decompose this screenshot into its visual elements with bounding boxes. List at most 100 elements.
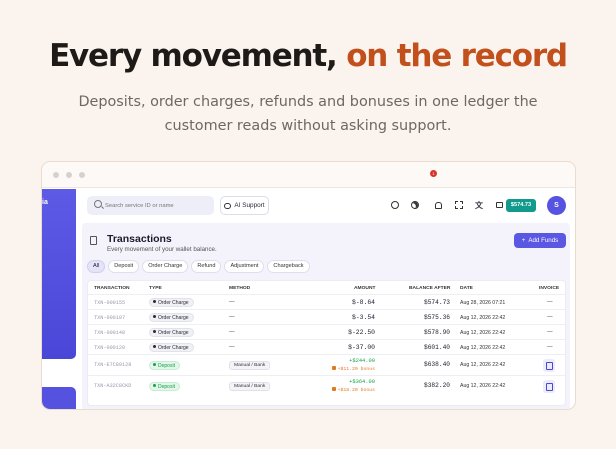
- bell-icon: [434, 201, 442, 209]
- table-row[interactable]: TXN-A32C8CKD Deposit Manual / Bank +$364…: [88, 376, 565, 397]
- table-row[interactable]: TXN-E7C89128 Deposit Manual / Bank +$244…: [88, 355, 565, 376]
- type-badge: Order Charge: [149, 343, 194, 352]
- balance-after-value: $574.73: [424, 299, 450, 306]
- header-date: DATE: [460, 286, 473, 291]
- filter-chips: All Deposit Order Charge Refund Adjustme…: [87, 260, 310, 273]
- method-value: —: [229, 344, 235, 350]
- txn-id: TXN-000120: [94, 345, 126, 351]
- theme-toggle-button[interactable]: [409, 199, 421, 211]
- expand-icon: [455, 201, 463, 209]
- header-invoice: INVOICE: [539, 286, 560, 291]
- txn-id: TXN-000107: [94, 315, 126, 321]
- header-amount: AMOUNT: [354, 286, 376, 291]
- date-value: Aug 12, 2026 22:42: [460, 330, 506, 336]
- invoice-value: —: [547, 314, 553, 320]
- balance-after-value: $578.90: [424, 329, 450, 336]
- invoice-value: —: [547, 344, 553, 350]
- filter-chip-chargeback[interactable]: Chargeback: [267, 260, 310, 273]
- amount-value: +$244.00: [349, 358, 375, 364]
- filter-chip-order-charge[interactable]: Order Charge: [142, 260, 189, 273]
- txn-id: TXN-000148: [94, 330, 126, 336]
- balance-after-value: $638.40: [424, 361, 450, 368]
- sidebar-footer: [42, 387, 76, 409]
- date-value: Aug 12, 2026 22:42: [460, 315, 506, 321]
- translate-icon: 文: [475, 200, 483, 210]
- transactions-table: TRANSACTION TYPE METHOD AMOUNT BALANCE A…: [87, 280, 566, 406]
- hero-title: Every movement, on the record: [0, 38, 616, 74]
- table-header-row: TRANSACTION TYPE METHOD AMOUNT BALANCE A…: [88, 281, 565, 295]
- page-subtitle: Every movement of your wallet balance.: [107, 246, 217, 253]
- hero-subtitle: Deposits, order charges, refunds and bon…: [78, 94, 538, 134]
- plus-icon: +: [521, 237, 526, 244]
- bonus-icon: [331, 366, 336, 370]
- method-badge: Manual / Bank: [229, 361, 271, 370]
- invoice-value: —: [547, 329, 553, 335]
- type-badge: Deposit: [149, 361, 180, 370]
- method-value: —: [229, 299, 235, 305]
- transactions-panel: Transactions Every movement of your wall…: [82, 223, 570, 409]
- notification-badge: 1: [430, 170, 437, 177]
- add-funds-label: Add Funds: [528, 237, 559, 244]
- amount-value: $-8.64: [351, 299, 375, 306]
- txn-id: TXN-E7C89128: [94, 362, 132, 368]
- invoice-value: —: [547, 299, 553, 305]
- fullscreen-button[interactable]: [454, 200, 464, 210]
- table-row[interactable]: TXN-000107 Order Charge — $-3.54 $575.36…: [88, 310, 565, 325]
- language-button[interactable]: [390, 200, 400, 210]
- window-dot-icon: [66, 172, 72, 178]
- balance-after-value: $382.20: [424, 382, 450, 389]
- amount-value: $-3.54: [351, 314, 375, 321]
- filter-chip-all[interactable]: All: [87, 260, 106, 273]
- header-type: TYPE: [149, 286, 162, 291]
- amount-value: $-37.00: [348, 344, 375, 351]
- sidebar: ia: [42, 189, 76, 359]
- txn-id: TXN-A32C8CKD: [94, 383, 132, 389]
- ai-support-button[interactable]: AI Support: [220, 196, 269, 215]
- sidebar-logo[interactable]: ia: [42, 199, 48, 206]
- window-dot-icon: [79, 172, 85, 178]
- invoice-download-icon[interactable]: [543, 359, 555, 372]
- table-row[interactable]: TXN-000120 Order Charge — $-37.00 $601.4…: [88, 340, 565, 355]
- date-value: Aug 28, 2026 07:21: [460, 300, 506, 306]
- method-badge: Manual / Bank: [229, 382, 271, 391]
- window-dot-icon: [53, 172, 59, 178]
- amount-value: $-22.50: [348, 329, 375, 336]
- filter-chip-refund[interactable]: Refund: [191, 260, 222, 273]
- method-value: —: [229, 329, 235, 335]
- date-value: Aug 12, 2026 22:42: [460, 345, 506, 351]
- add-funds-button[interactable]: + Add Funds: [514, 233, 566, 248]
- method-value: —: [229, 314, 235, 320]
- ai-support-label: AI Support: [234, 202, 265, 209]
- notifications-button[interactable]: [433, 200, 443, 210]
- search-box[interactable]: [87, 196, 214, 215]
- avatar[interactable]: S: [547, 196, 566, 215]
- translate-button[interactable]: 文: [474, 200, 484, 210]
- moon-icon: [409, 199, 421, 211]
- filter-chip-deposit[interactable]: Deposit: [108, 260, 140, 273]
- type-badge: Order Charge: [149, 328, 194, 337]
- balance-pill[interactable]: $574.73: [506, 199, 536, 212]
- txn-id: TXN-000155: [94, 300, 126, 306]
- hero-title-accent: on the record: [346, 38, 568, 74]
- window-titlebar: [42, 162, 575, 188]
- search-icon: [94, 200, 102, 208]
- bonus-icon: [331, 387, 336, 391]
- date-value: Aug 12, 2026 22:42: [460, 383, 506, 389]
- bonus-value: +$18.20 bonus: [331, 387, 375, 393]
- amount-value: +$364.00: [349, 379, 375, 385]
- date-value: Aug 12, 2026 22:42: [460, 362, 506, 368]
- hero-title-main: Every movement,: [49, 38, 338, 74]
- table-row[interactable]: TXN-000155 Order Charge — $-8.64 $574.73…: [88, 295, 565, 310]
- header-transaction: TRANSACTION: [94, 286, 130, 291]
- type-badge: Deposit: [149, 382, 180, 391]
- header-method: METHOD: [229, 286, 251, 291]
- filter-chip-adjustment[interactable]: Adjustment: [224, 260, 265, 273]
- header-balance-after: BALANCE AFTER: [409, 286, 451, 291]
- invoice-download-icon[interactable]: [543, 380, 555, 393]
- document-icon: [90, 236, 97, 245]
- balance-after-value: $575.36: [424, 314, 450, 321]
- search-input[interactable]: [105, 196, 210, 215]
- table-row[interactable]: TXN-000148 Order Charge — $-22.50 $578.9…: [88, 325, 565, 340]
- wallet-button[interactable]: [494, 200, 504, 210]
- type-badge: Order Charge: [149, 298, 194, 307]
